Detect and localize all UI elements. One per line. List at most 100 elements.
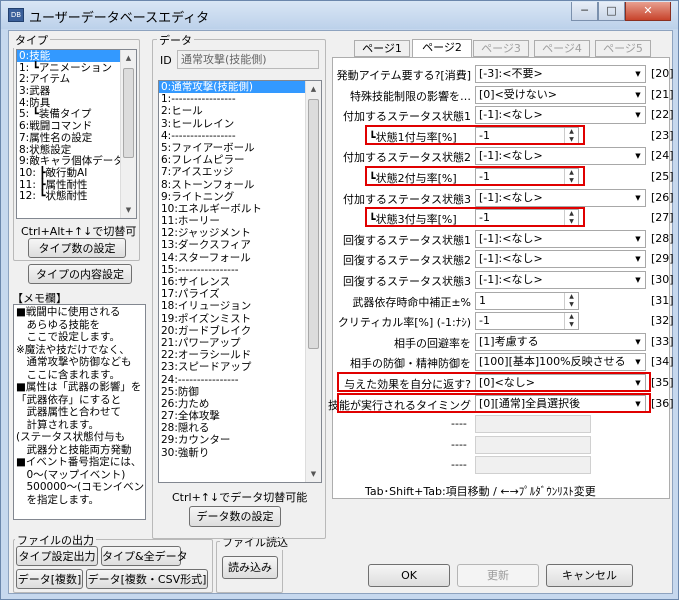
tab-page-5[interactable]: ページ5: [595, 40, 651, 57]
type-list-item[interactable]: 3:武器: [17, 85, 136, 97]
field-dropdown[interactable]: [-1]:<なし> ▼: [475, 271, 646, 289]
data-list-item[interactable]: 18:イリュージョン: [159, 300, 321, 312]
type-list-item[interactable]: 1: ┗アニメーション: [17, 62, 136, 74]
data-list-item[interactable]: 10:エネルギーボルト: [159, 203, 321, 215]
scroll-up-arrow-icon[interactable]: ▲: [306, 81, 321, 97]
field-dropdown[interactable]: [-1]:<なし> ▼: [475, 106, 646, 124]
spin-arrows-icon[interactable]: ▲ ▼: [564, 313, 578, 329]
data-list-item[interactable]: 23:スピードアップ: [159, 361, 321, 373]
data-list-item[interactable]: 9:ライトニング: [159, 191, 321, 203]
data-list-item[interactable]: 16:サイレンス: [159, 276, 321, 288]
dropdown-arrow-icon[interactable]: ▼: [631, 107, 645, 123]
data-list-item[interactable]: 28:隠れる: [159, 422, 321, 434]
data-list-item[interactable]: 19:ポイズンミスト: [159, 313, 321, 325]
tab-page-1[interactable]: ページ1: [354, 40, 410, 57]
dropdown-arrow-icon[interactable]: ▼: [631, 251, 645, 267]
ok-button[interactable]: OK: [368, 564, 450, 587]
type-list-item[interactable]: 4:防具: [17, 97, 136, 109]
id-name-field[interactable]: 通常攻撃(技能側): [177, 50, 319, 69]
data-list-item[interactable]: 14:スターフォール: [159, 252, 321, 264]
dropdown-arrow-icon[interactable]: ▼: [631, 272, 645, 288]
type-list-scrollbar[interactable]: ▲ ▼: [120, 50, 136, 218]
field-dropdown[interactable]: [1]考慮する ▼: [475, 333, 646, 351]
data-count-button[interactable]: データ数の設定: [189, 506, 281, 527]
field-spinner[interactable]: -1 ▲ ▼: [475, 312, 579, 330]
spin-arrows-icon[interactable]: ▲ ▼: [564, 293, 578, 309]
dropdown-arrow-icon[interactable]: ▼: [631, 190, 645, 206]
field-dropdown[interactable]: [-1]:<なし> ▼: [475, 147, 646, 165]
dropdown-arrow-icon[interactable]: ▼: [631, 66, 645, 82]
type-all-data-button[interactable]: タイプ&全データ: [101, 546, 188, 566]
data-list-item[interactable]: 27:全体攻撃: [159, 410, 321, 422]
dropdown-arrow-icon[interactable]: ▼: [631, 354, 645, 370]
data-list-item[interactable]: 29:カウンター: [159, 434, 321, 446]
data-list-item[interactable]: 20:ガードブレイク: [159, 325, 321, 337]
tab-page-4[interactable]: ページ4: [534, 40, 590, 57]
type-list-item[interactable]: 7:属性名の設定: [17, 132, 136, 144]
type-list-item[interactable]: 11: ┣属性耐性: [17, 179, 136, 191]
data-list-item[interactable]: 21:パワーアップ: [159, 337, 321, 349]
scroll-up-arrow-icon[interactable]: ▲: [121, 50, 136, 66]
dropdown-arrow-icon[interactable]: ▼: [631, 334, 645, 350]
data-list-item[interactable]: 24:----------------: [159, 374, 321, 386]
close-button[interactable]: ✕: [625, 2, 671, 21]
scroll-thumb[interactable]: [123, 68, 134, 158]
data-list-item[interactable]: 2:ヒール: [159, 105, 321, 117]
placeholder-field: [475, 456, 591, 474]
data-list-item[interactable]: 30:強斬り: [159, 447, 321, 459]
field-dropdown[interactable]: [-1]:<なし> ▼: [475, 230, 646, 248]
data-list-item[interactable]: 11:ホーリー: [159, 215, 321, 227]
data-list-item[interactable]: 6:フレイムピラー: [159, 154, 321, 166]
minimize-button[interactable]: ─: [571, 2, 598, 21]
type-count-button[interactable]: タイプ数の設定: [28, 238, 126, 258]
field-dropdown[interactable]: [-1]:<なし> ▼: [475, 250, 646, 268]
type-list-item[interactable]: 8:状態設定: [17, 144, 136, 156]
cancel-button[interactable]: キャンセル: [546, 564, 633, 587]
field-dropdown[interactable]: [-3]:<不要> ▼: [475, 65, 646, 83]
data-list-item[interactable]: 7:アイスエッジ: [159, 166, 321, 178]
type-output-button[interactable]: タイプ設定出力: [16, 546, 98, 566]
maximize-button[interactable]: □: [598, 2, 625, 21]
field-dropdown[interactable]: [-1]:<なし> ▼: [475, 189, 646, 207]
scroll-thumb[interactable]: [308, 99, 319, 349]
data-list-scrollbar[interactable]: ▲ ▼: [305, 81, 321, 482]
type-list[interactable]: 0:技能 1: ┗アニメーション 2:アイテム 3:武器 4:防具 5: ┗装備タイプ 6:…: [16, 49, 137, 219]
data-list-item[interactable]: 3:ヒールレイン: [159, 118, 321, 130]
memo-textarea[interactable]: ■戦闘中に使用される あらゆる技能を ここで設定します。 ※魔法や技だけでなく、 …: [13, 304, 146, 520]
update-button[interactable]: 更新: [457, 564, 539, 587]
type-list-item[interactable]: 6:戦闘コマンド: [17, 120, 136, 132]
dropdown-arrow-icon[interactable]: ▼: [631, 231, 645, 247]
load-button[interactable]: 読み込み: [222, 556, 278, 579]
data-list-item[interactable]: 17:パライズ: [159, 288, 321, 300]
type-list-item[interactable]: 2:アイテム: [17, 73, 136, 86]
data-list-item[interactable]: 15:----------------: [159, 264, 321, 276]
type-content-button[interactable]: タイプの内容設定: [28, 264, 132, 284]
dropdown-arrow-icon[interactable]: ▼: [631, 87, 645, 103]
field-dropdown[interactable]: [0]<受けない> ▼: [475, 86, 646, 104]
data-list-item[interactable]: 12:ジャッジメント: [159, 227, 321, 239]
data-list-item[interactable]: 4:-----------------: [159, 130, 321, 142]
data-list-item[interactable]: 0:通常攻撃(技能側): [159, 81, 321, 94]
data-list-item[interactable]: 5:ファイアーボール: [159, 142, 321, 154]
data-multi-button[interactable]: データ[複数]: [16, 569, 83, 589]
field-spinner[interactable]: 1 ▲ ▼: [475, 292, 579, 310]
data-list-item[interactable]: 25:防御: [159, 386, 321, 398]
tab-page-2[interactable]: ページ2: [412, 39, 472, 58]
type-list-item[interactable]: 10: ┣敵行動AI: [17, 167, 136, 179]
scroll-down-arrow-icon[interactable]: ▼: [121, 202, 136, 218]
type-list-item[interactable]: 5: ┗装備タイプ: [17, 108, 136, 121]
data-multi-csv-button[interactable]: データ[複数・CSV形式]: [86, 569, 208, 589]
data-list-item[interactable]: 1:-----------------: [159, 93, 321, 105]
data-list-item[interactable]: 26:力ため: [159, 398, 321, 410]
data-list-item[interactable]: 22:オーラシールド: [159, 349, 321, 361]
tab-page-3[interactable]: ページ3: [473, 40, 529, 57]
data-list[interactable]: 0:通常攻撃(技能側) 1:----------------- 2:ヒール 3:ヒール…: [158, 80, 322, 483]
type-list-item[interactable]: 0:技能: [17, 50, 136, 62]
dropdown-arrow-icon[interactable]: ▼: [631, 148, 645, 164]
field-dropdown[interactable]: [100][基本]100%反映させる ▼: [475, 353, 646, 371]
data-list-item[interactable]: 8:ストーンフォール: [159, 179, 321, 191]
data-list-item[interactable]: 13:ダークスフィア: [159, 239, 321, 251]
scroll-down-arrow-icon[interactable]: ▼: [306, 466, 321, 482]
type-list-item[interactable]: 9:敵キャラ個体データ: [17, 155, 136, 167]
type-list-item[interactable]: 12: ┗状態耐性: [17, 190, 136, 202]
